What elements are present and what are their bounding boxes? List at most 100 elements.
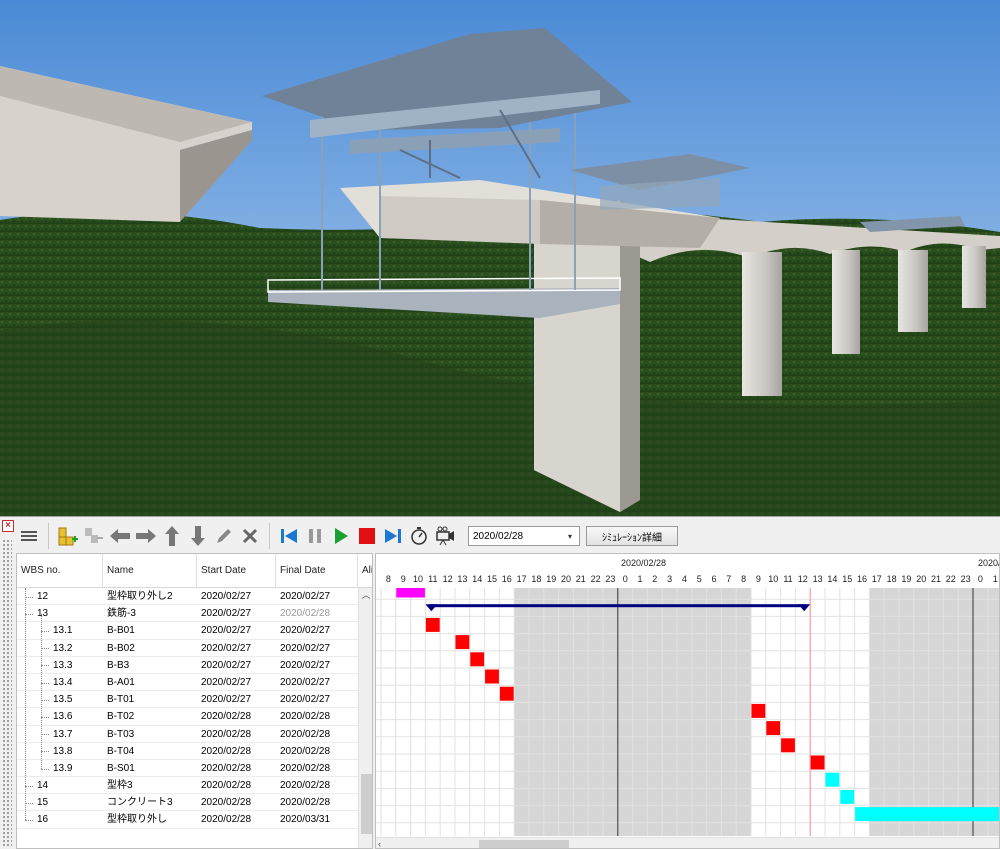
hour-tick-label: 16 [501,574,512,584]
start-date: 2020/02/27 [201,591,252,602]
hour-tick-label: 12 [442,574,453,584]
final-date: 2020/02/27 [280,659,331,671]
hour-tick-label: 6 [711,574,717,584]
hour-tick-label: 15 [486,574,497,584]
task-bar [855,807,999,822]
task-name: コンクリート3 [107,797,173,809]
column-header-name[interactable]: Name [103,554,197,588]
table-row[interactable]: 13.3 B-B3 2020/02/27 2020/02/27 [17,657,358,674]
task-bar [825,772,840,787]
task-name: 型枠3 [107,780,133,792]
gantt-chart[interactable]: 2020/02/28 2020/ 8 9 10 11 12 13 14 15 16 17 18 19 2… [375,553,1000,849]
hour-tick-label: 10 [768,574,779,584]
hour-tick-label: 18 [886,574,897,584]
pause-icon[interactable] [303,523,327,549]
hour-tick-label: 7 [726,574,732,584]
play-icon[interactable] [329,523,353,549]
arrow-up-icon[interactable] [160,523,184,549]
table-row[interactable]: 14 型枠3 2020/02/28 2020/02/28 [17,777,358,795]
toolbar-separator [48,523,49,549]
schedule-panel: × 2020/02/28 ▾ ｼﾐｭﾚｰｼｮﾝ詳細 WBS no. Name S… [0,516,1000,849]
hour-tick-label: 13 [812,574,823,584]
start-date: 2020/02/28 [201,814,252,826]
summary-bar [429,604,807,608]
column-header-final-date[interactable]: Final Date [276,554,358,588]
tree-connector [25,785,33,787]
table-row[interactable]: 13.5 B-T01 2020/02/27 2020/02/27 [17,691,358,709]
hour-tick-label: 10 [412,574,423,584]
calendar-dropdown-icon[interactable]: ▾ [561,527,579,545]
start-date: 2020/02/27 [201,608,252,620]
final-date: 2020/02/27 [280,694,331,706]
task-name: 鉄筋-3 [107,608,136,620]
start-date: 2020/02/27 [201,642,252,654]
3d-viewport[interactable] [0,0,1000,516]
tree-connector [41,751,49,753]
start-date: 2020/02/27 [201,625,252,637]
arrow-down-icon[interactable] [186,523,210,549]
task-bar [781,738,795,753]
simulation-date-picker[interactable]: 2020/02/28 ▾ [468,526,580,546]
hour-tick-label: 20 [560,574,571,584]
stopwatch-icon[interactable] [407,523,431,549]
table-row[interactable]: 12 型枠取り外し2 2020/02/27 2020/02/27 [17,588,358,606]
panel-grip-handle[interactable] [2,539,12,847]
column-header-start-date[interactable]: Start Date [197,554,276,588]
hour-tick-label: 18 [531,574,542,584]
scroll-left-icon[interactable]: ‹ [378,838,381,848]
arrow-left-icon[interactable] [108,523,132,549]
simulation-detail-button[interactable]: ｼﾐｭﾚｰｼｮﾝ詳細 [586,526,678,546]
arrow-right-icon[interactable] [134,523,158,549]
task-name: B-T01 [107,694,135,706]
vertical-scroll-thumb[interactable] [361,774,372,834]
column-header-wbs[interactable]: WBS no. [17,554,103,588]
task-bar [840,789,855,804]
stop-icon[interactable] [355,523,379,549]
hour-tick-label: 3 [667,574,673,584]
camera-record-icon[interactable] [433,523,457,549]
menu-icon[interactable] [17,523,41,549]
gantt-grid [376,588,999,836]
hour-tick-label: 2 [652,574,658,584]
start-date: 2020/02/28 [201,711,252,723]
edit-pencil-icon[interactable] [212,523,236,549]
table-row[interactable]: 13.4 B-A01 2020/02/27 2020/02/27 [17,674,358,692]
final-date: 2020/02/28 [280,780,331,792]
skip-to-end-icon[interactable] [381,523,405,549]
tree-connector [25,596,33,598]
table-row[interactable]: 13.1 B-B01 2020/02/27 2020/02/27 [17,622,358,640]
wbs-number: 13.9 [53,762,73,774]
tree-connector [41,682,49,684]
start-date: 2020/02/28 [201,780,252,792]
skip-to-start-icon[interactable] [277,523,301,549]
non-working-time [869,588,999,836]
table-row[interactable]: 13.9 B-S01 2020/02/28 2020/02/28 [17,760,358,778]
tree-connector [41,665,49,667]
task-bar [396,588,425,598]
table-row[interactable]: 15 コンクリート3 2020/02/28 2020/02/28 [17,794,358,812]
table-row[interactable]: 13.7 B-T03 2020/02/28 2020/02/28 [17,726,358,743]
panel-close-button[interactable]: × [2,520,14,532]
table-row[interactable]: 13.2 B-B02 2020/02/27 2020/02/27 [17,640,358,657]
table-row[interactable]: 13.6 B-T02 2020/02/28 2020/02/28 [17,708,358,726]
table-row[interactable]: 13.8 B-T04 2020/02/28 2020/02/28 [17,743,358,760]
hour-tick-label: 1 [992,574,998,584]
task-bar [810,755,825,770]
scroll-up-icon[interactable]: ︿ [359,588,372,602]
delete-icon[interactable] [238,523,262,549]
column-header-alias[interactable]: Alia [358,554,372,588]
toolbar: 2020/02/28 ▾ ｼﾐｭﾚｰｼｮﾝ詳細 [16,519,1000,553]
hour-tick-label: 5 [696,574,702,584]
table-row[interactable]: 13 鉄筋-3 2020/02/27 2020/02/28 [17,605,358,623]
task-name: B-T02 [107,711,135,723]
tree-connector [41,734,49,736]
horizontal-scrollbar[interactable]: ‹ [376,837,999,848]
tree-connector [25,803,33,804]
add-task-icon[interactable] [56,523,80,549]
add-subtask-icon[interactable] [82,523,106,549]
final-date: 2020/02/28 [280,762,331,774]
final-date: 2020/02/27 [280,642,331,654]
start-date: 2020/02/28 [201,745,252,757]
table-row[interactable]: 16 型枠取り外し 2020/02/28 2020/03/31 [17,811,358,829]
vertical-scrollbar[interactable]: ︿ [358,588,372,848]
